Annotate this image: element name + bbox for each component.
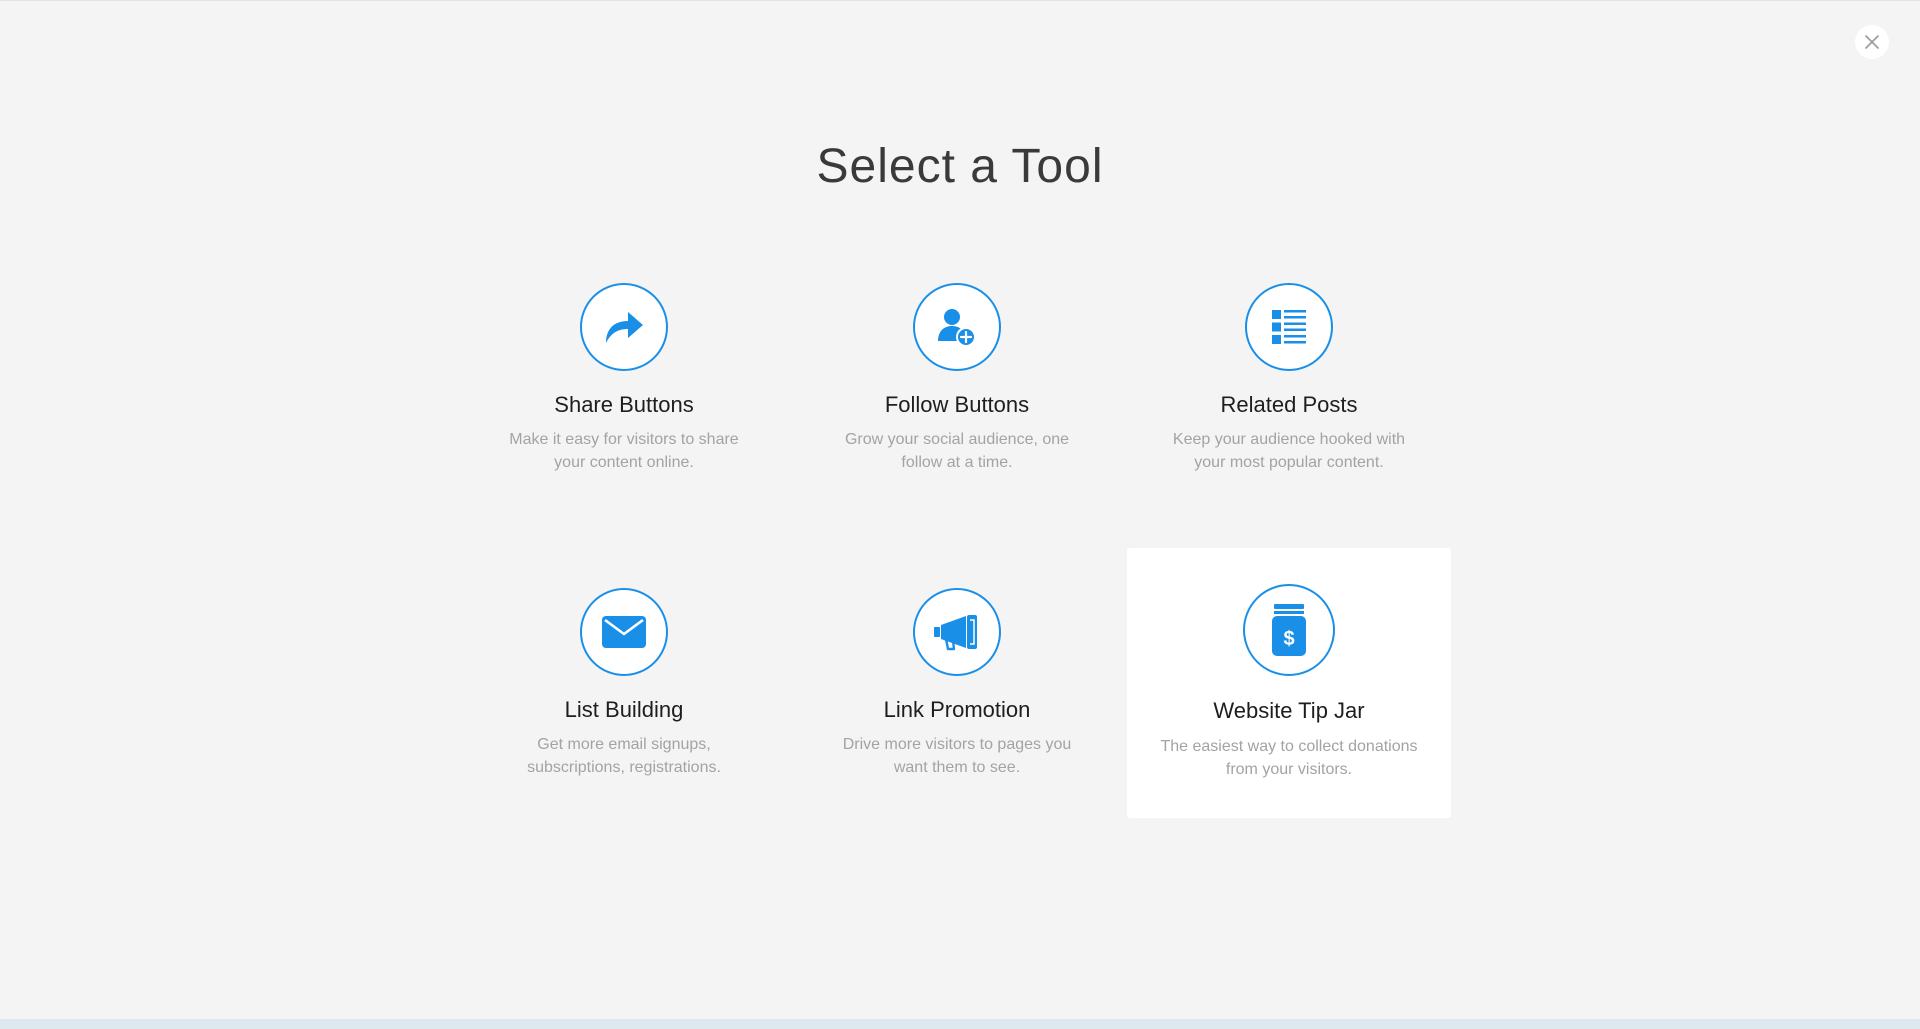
page-title: Select a Tool <box>816 140 1104 193</box>
tool-title: Website Tip Jar <box>1213 698 1365 723</box>
tool-description: Drive more visitors to pages you want th… <box>842 736 1072 776</box>
tool-description: The easiest way to collect donations fro… <box>1160 738 1418 778</box>
tool-icon-circle <box>1245 283 1333 371</box>
tool-description: Keep your audience hooked with your most… <box>1172 431 1406 471</box>
share-arrow-icon <box>606 312 643 343</box>
tool-card-share-buttons[interactable]: Share Buttons Make it easy for visitors … <box>462 263 786 533</box>
tool-icon-circle: $ <box>1243 584 1335 676</box>
tool-selector-page: Select a Tool Share Buttons Make it easy… <box>0 0 1920 1029</box>
close-icon <box>1865 35 1879 49</box>
tool-card-list-building[interactable]: List Building Get more email signups, su… <box>462 568 786 838</box>
tool-title: List Building <box>564 697 684 722</box>
megaphone-icon <box>934 615 977 651</box>
list-icon <box>1272 310 1306 344</box>
close-button[interactable] <box>1855 25 1889 59</box>
tool-description: Grow your social audience, one follow at… <box>844 431 1070 471</box>
bottom-strip <box>0 1019 1920 1029</box>
tool-description: Get more email signups, subscriptions, r… <box>527 736 721 776</box>
tool-description: Make it easy for visitors to share your … <box>509 431 739 471</box>
tool-card-website-tip-jar[interactable]: $ Website Tip Jar The easiest way to col… <box>1127 548 1451 818</box>
tool-icon-circle <box>580 588 668 676</box>
tool-card-link-promotion[interactable]: Link Promotion Drive more visitors to pa… <box>795 568 1119 838</box>
tool-title: Related Posts <box>1220 392 1358 417</box>
tip-jar-icon: $ <box>1272 604 1306 656</box>
tool-icon-circle <box>913 588 1001 676</box>
tool-title: Share Buttons <box>554 392 694 417</box>
envelope-icon <box>602 616 646 648</box>
tool-icon-circle <box>580 283 668 371</box>
tool-icon-circle <box>913 283 1001 371</box>
user-add-icon <box>938 309 976 347</box>
tool-title: Link Promotion <box>883 697 1031 722</box>
tool-card-follow-buttons[interactable]: Follow Buttons Grow your social audience… <box>795 263 1119 533</box>
svg-text:$: $ <box>1283 628 1294 650</box>
tool-title: Follow Buttons <box>884 392 1030 417</box>
tool-card-related-posts[interactable]: Related Posts Keep your audience hooked … <box>1127 263 1451 533</box>
